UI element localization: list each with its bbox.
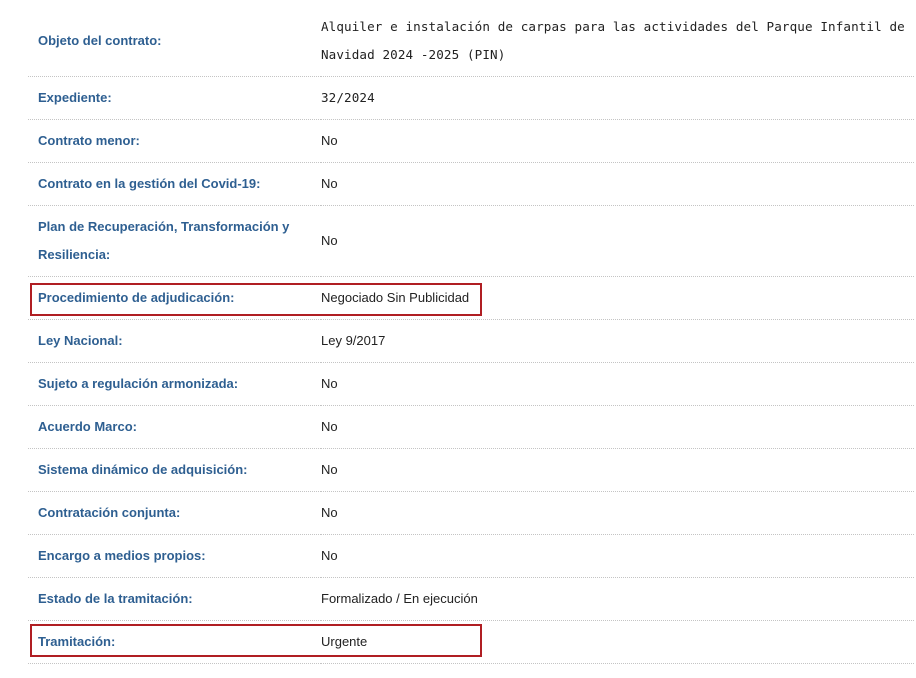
field-value: No [321,362,914,406]
field-label: Plan de Recuperación, Transformación y R… [28,205,321,277]
field-label: Contratación conjunta: [28,491,321,535]
field-value: Ley 9/2017 [321,319,914,363]
field-label: Expediente: [28,76,321,120]
field-label: Encargo a medios propios: [28,534,321,578]
field-label: Contrato en la gestión del Covid-19: [28,162,321,206]
row-procedimiento: Procedimiento de adjudicación: Negociado… [28,276,914,320]
field-value: Negociado Sin Publicidad [321,276,914,320]
field-label: Objeto del contrato: [28,6,321,77]
field-value: Urgente [321,620,914,664]
field-value: Alquiler e instalación de carpas para la… [321,6,914,77]
field-label: Sistema dinámico de adquisición: [28,448,321,492]
field-value: No [321,205,914,277]
row-acuerdo-marco: Acuerdo Marco: No [28,405,914,449]
field-label: Procedimiento de adjudicación: [28,276,321,320]
field-value: No [321,162,914,206]
field-label: Estado de la tramitación: [28,577,321,621]
field-label: Tramitación: [28,620,321,664]
contract-details-table: Objeto del contrato: Alquiler e instalac… [28,6,914,664]
row-objeto-contrato: Objeto del contrato: Alquiler e instalac… [28,6,914,77]
row-covid: Contrato en la gestión del Covid-19: No [28,162,914,206]
field-label: Sujeto a regulación armonizada: [28,362,321,406]
field-label: Ley Nacional: [28,319,321,363]
field-value: Formalizado / En ejecución [321,577,914,621]
field-value: No [321,534,914,578]
field-value: No [321,448,914,492]
row-expediente: Expediente: 32/2024 [28,76,914,120]
field-label-text: Plan de Recuperación, Transformación y R… [38,219,290,262]
field-value: No [321,405,914,449]
row-sistema-dinamico: Sistema dinámico de adquisición: No [28,448,914,492]
row-estado-tramitacion: Estado de la tramitación: Formalizado / … [28,577,914,621]
row-tramitacion: Tramitación: Urgente [28,620,914,664]
field-value: No [321,491,914,535]
row-contrato-menor: Contrato menor: No [28,119,914,163]
row-contratacion-conjunta: Contratación conjunta: No [28,491,914,535]
row-plan-recuperacion: Plan de Recuperación, Transformación y R… [28,205,914,277]
row-ley-nacional: Ley Nacional: Ley 9/2017 [28,319,914,363]
row-encargo-medios: Encargo a medios propios: No [28,534,914,578]
field-value: 32/2024 [321,76,914,120]
row-regulacion-armonizada: Sujeto a regulación armonizada: No [28,362,914,406]
field-value: No [321,119,914,163]
field-label: Acuerdo Marco: [28,405,321,449]
field-label: Contrato menor: [28,119,321,163]
